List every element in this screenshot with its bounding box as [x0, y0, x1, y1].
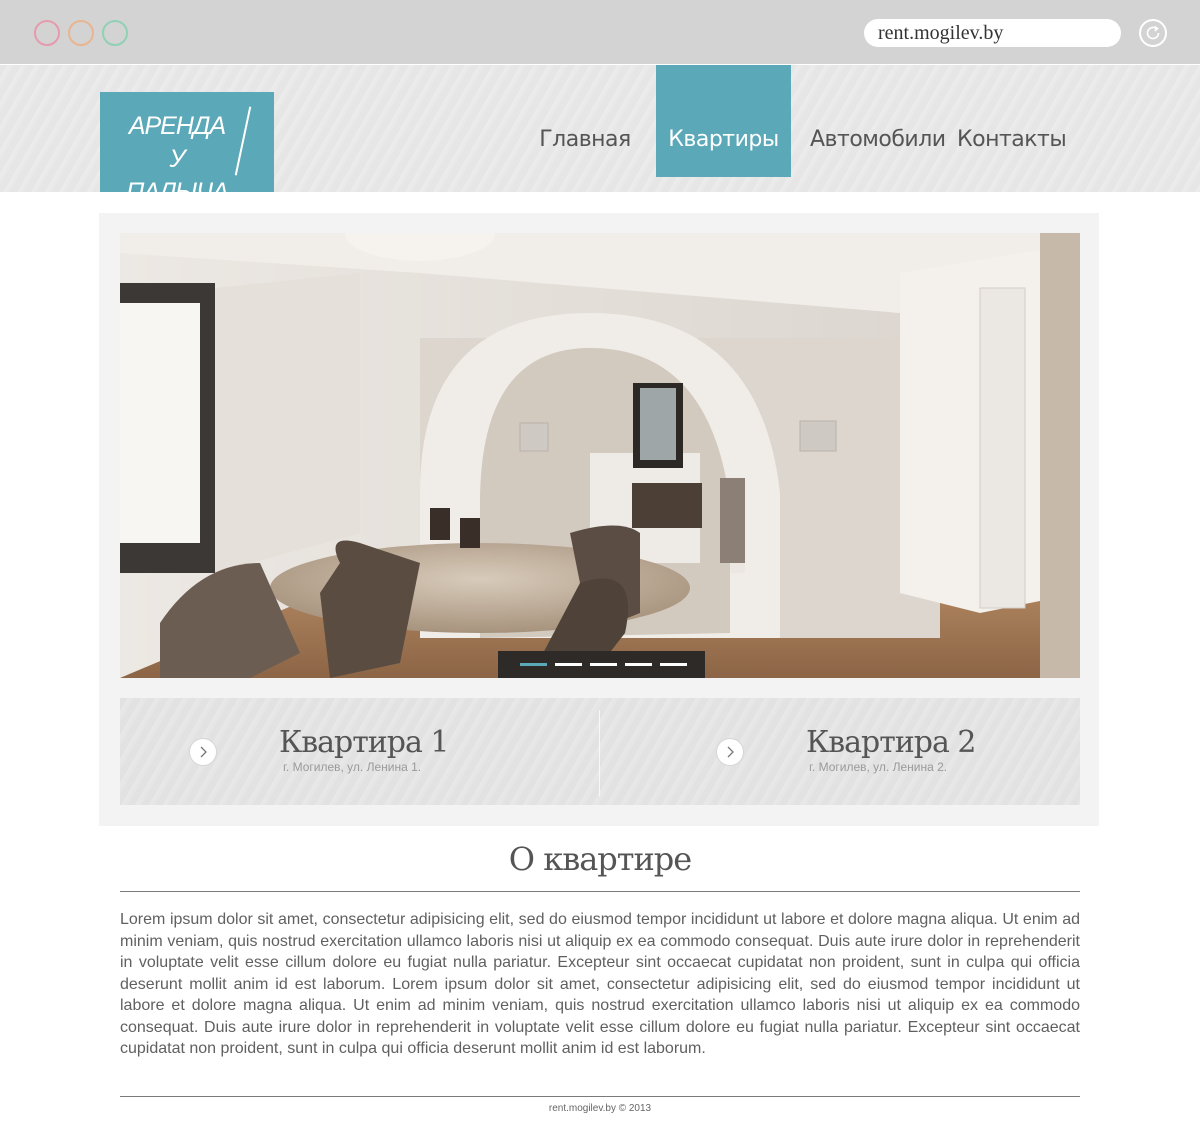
- apartment-photo: [120, 233, 1080, 678]
- card-1-title[interactable]: Квартира 1: [279, 725, 450, 760]
- nav-cars[interactable]: Автомобили: [810, 65, 946, 177]
- logo-slash: [234, 106, 252, 176]
- site-logo[interactable]: АРЕНДА У ПАЛЫЧА: [100, 92, 274, 206]
- about-text: Lorem ipsum dolor sit amet, consectetur …: [120, 911, 1080, 1057]
- content-panel: Квартира 1 г. Могилев, ул. Ленина 1. Ква…: [99, 213, 1099, 826]
- close-dot-icon[interactable]: [34, 20, 60, 46]
- nav-home[interactable]: Главная: [536, 65, 634, 177]
- about-title: О квартире: [508, 840, 692, 878]
- apartment-cards: Квартира 1 г. Могилев, ул. Ленина 1. Ква…: [120, 698, 1080, 805]
- slider-dot-1[interactable]: [520, 663, 547, 666]
- slider-dot-2[interactable]: [555, 663, 582, 666]
- nav-apartments[interactable]: Квартиры: [656, 65, 791, 177]
- browser-chrome: [0, 0, 1200, 64]
- about-divider: [120, 891, 1080, 892]
- slider-dot-5[interactable]: [660, 663, 687, 666]
- nav-contacts[interactable]: Контакты: [957, 65, 1067, 177]
- slider-dot-4[interactable]: [625, 663, 652, 666]
- slider-dot-3[interactable]: [590, 663, 617, 666]
- minimize-dot-icon[interactable]: [68, 20, 94, 46]
- cards-divider: [599, 710, 600, 796]
- address-bar[interactable]: [864, 19, 1121, 47]
- footer-divider: [120, 1096, 1080, 1097]
- card-2-address: г. Могилев, ул. Ленина 2.: [809, 760, 948, 774]
- logo-line-2: У ПАЛЫЧА: [126, 145, 229, 206]
- logo-line-1: АРЕНДА: [128, 112, 226, 140]
- maximize-dot-icon[interactable]: [102, 20, 128, 46]
- slider-pagination: [498, 651, 705, 678]
- reload-icon[interactable]: [1139, 19, 1167, 47]
- card-1-address: г. Могилев, ул. Ленина 1.: [283, 760, 422, 774]
- site-header: АРЕНДА У ПАЛЫЧА Главная Квартиры Автомоб…: [0, 65, 1200, 206]
- card-1-chevron-right-icon[interactable]: [189, 738, 217, 766]
- card-2-title[interactable]: Квартира 2: [806, 725, 977, 760]
- footer-copyright: rent.mogilev.by © 2013: [548, 1103, 652, 1114]
- card-2-chevron-right-icon[interactable]: [716, 738, 744, 766]
